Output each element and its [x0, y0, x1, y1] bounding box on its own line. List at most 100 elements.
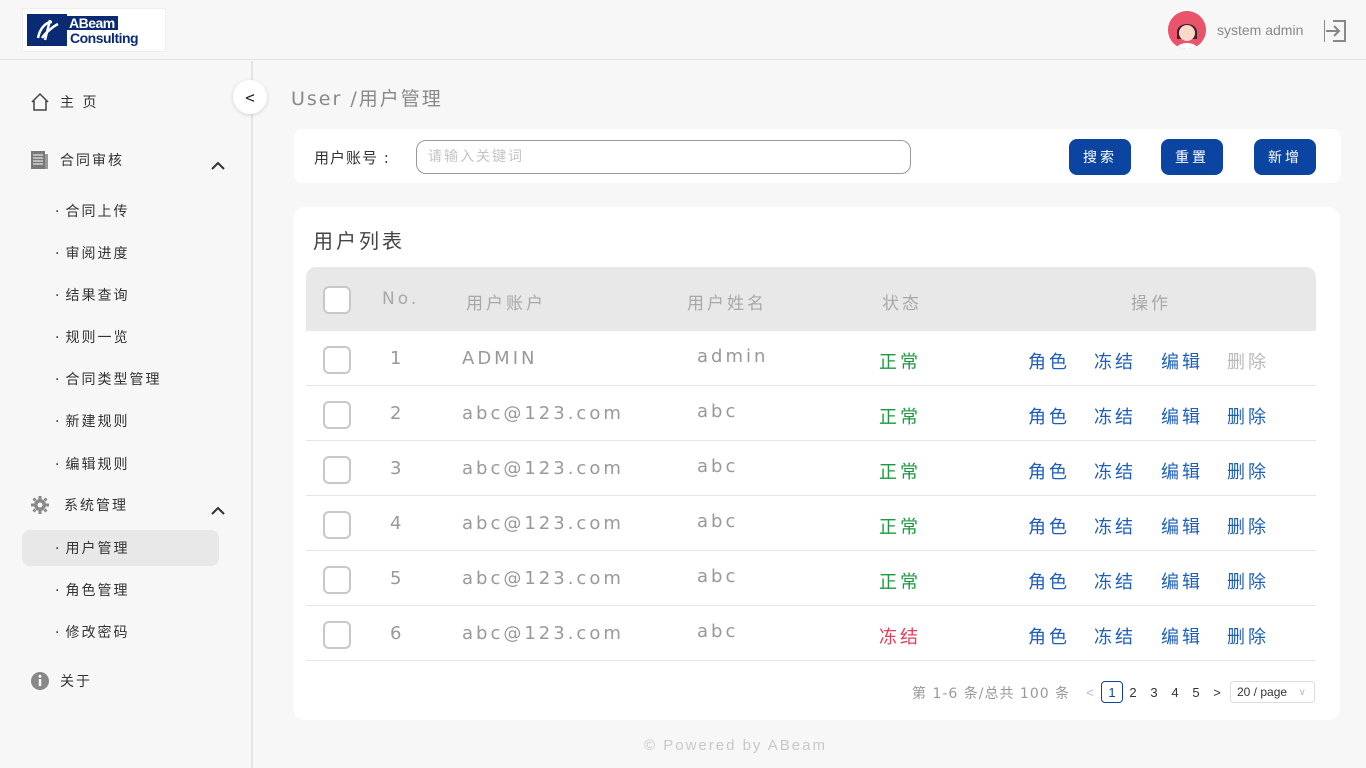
select-all-checkbox[interactable]: [323, 286, 351, 314]
abeam-logo[interactable]: ABeam Consulting: [22, 8, 166, 52]
page-size-select[interactable]: 20 / page ∨: [1230, 681, 1315, 703]
role-action-link[interactable]: 角色: [1028, 513, 1070, 539]
pagination-page-5[interactable]: 5: [1185, 681, 1207, 703]
sidebar-item-label: 主 页: [60, 95, 99, 111]
cell-no: 1: [390, 348, 405, 369]
search-input[interactable]: [416, 140, 911, 174]
role-action-link[interactable]: 角色: [1028, 623, 1070, 649]
pagination-next[interactable]: >: [1206, 681, 1228, 703]
sidebar-item-user-management[interactable]: · 用户管理: [55, 538, 129, 558]
edit-action-link[interactable]: 编辑: [1161, 513, 1203, 539]
cell-name: abc: [697, 456, 739, 477]
delete-action-link: 删除: [1227, 352, 1269, 373]
pagination-page-2[interactable]: 2: [1122, 681, 1144, 703]
sidebar-item-rule-list[interactable]: · 规则一览: [55, 327, 129, 347]
sidebar-item-about[interactable]: 关于: [30, 671, 92, 691]
table-row: 3 abc@123.com abc 正常 角色 冻结 编辑 删除: [306, 441, 1316, 496]
edit-action-link[interactable]: 编辑: [1161, 458, 1203, 484]
pagination-page-3[interactable]: 3: [1143, 681, 1165, 703]
cell-account: abc@123.com: [462, 623, 624, 644]
sidebar-item-review-progress[interactable]: · 审阅进度: [55, 243, 129, 263]
row-checkbox[interactable]: [323, 566, 351, 594]
page-size-value: 20 / page: [1237, 685, 1288, 699]
sidebar-item-home[interactable]: 主 页: [30, 92, 98, 112]
edit-action-link[interactable]: 编辑: [1161, 403, 1203, 429]
sidebar-item-label: 关于: [60, 674, 92, 690]
home-icon: [30, 92, 50, 112]
freeze-action-link[interactable]: 冻结: [1094, 348, 1136, 374]
sidebar: 主 页 合同审核 · 合同上传 · 审阅进度 · 结果查询 · 规则一览 · 合同类型管理…: [0, 61, 253, 768]
sidebar-group-label: 系统管理: [64, 498, 128, 514]
cell-no: 5: [390, 568, 405, 589]
row-checkbox[interactable]: [323, 456, 351, 484]
delete-action-link[interactable]: 删除: [1227, 513, 1269, 539]
freeze-action-link[interactable]: 冻结: [1094, 623, 1136, 649]
freeze-action-link[interactable]: 冻结: [1094, 568, 1136, 594]
cell-no: 3: [390, 458, 405, 479]
delete-action-link[interactable]: 删除: [1227, 623, 1269, 649]
chevron-up-icon[interactable]: [210, 156, 226, 170]
logout-icon[interactable]: [1322, 18, 1348, 44]
username[interactable]: system admin: [1217, 22, 1303, 38]
sidebar-item-result-query[interactable]: · 结果查询: [55, 285, 129, 305]
column-header-status: 状态: [882, 294, 922, 314]
add-button[interactable]: 新增: [1254, 139, 1316, 175]
freeze-action-link[interactable]: 冻结: [1094, 458, 1136, 484]
role-action-link[interactable]: 角色: [1028, 458, 1070, 484]
cell-account: abc@123.com: [462, 568, 624, 589]
edit-action-link[interactable]: 编辑: [1161, 623, 1203, 649]
cell-status: 冻结: [879, 627, 921, 648]
role-action-link[interactable]: 角色: [1028, 568, 1070, 594]
row-checkbox[interactable]: [323, 511, 351, 539]
pagination-page-1[interactable]: 1: [1101, 681, 1123, 703]
search-label: 用户账号 :: [314, 149, 390, 167]
info-icon: [30, 671, 50, 691]
cell-status: 正常: [879, 572, 921, 593]
sidebar-item-change-password[interactable]: · 修改密码: [55, 622, 129, 642]
pagination-page-4[interactable]: 4: [1164, 681, 1186, 703]
cell-account: abc@123.com: [462, 403, 624, 424]
sidebar-item-new-rule[interactable]: · 新建规则: [55, 411, 129, 431]
cell-no: 6: [390, 623, 405, 644]
sidebar-item-edit-rule[interactable]: · 编辑规则: [55, 454, 129, 474]
row-checkbox[interactable]: [323, 346, 351, 374]
sidebar-item-role-management[interactable]: · 角色管理: [55, 580, 129, 600]
delete-action-link[interactable]: 删除: [1227, 403, 1269, 429]
gear-icon: [30, 495, 50, 515]
cell-no: 4: [390, 513, 405, 534]
row-checkbox[interactable]: [323, 621, 351, 649]
edit-action-link[interactable]: 编辑: [1161, 348, 1203, 374]
table-row: 5 abc@123.com abc 正常 角色 冻结 编辑 删除: [306, 551, 1316, 606]
role-action-link[interactable]: 角色: [1028, 348, 1070, 374]
sidebar-item-label: 规则一览: [65, 330, 130, 346]
sidebar-item-label: 合同类型管理: [65, 372, 162, 388]
freeze-action-link[interactable]: 冻结: [1094, 513, 1136, 539]
sidebar-item-contract-upload[interactable]: · 合同上传: [55, 201, 129, 221]
chevron-up-icon[interactable]: [210, 501, 226, 515]
column-header-no: No.: [382, 289, 420, 309]
sidebar-group-contract[interactable]: 合同审核: [30, 150, 124, 170]
edit-action-link[interactable]: 编辑: [1161, 568, 1203, 594]
search-button[interactable]: 搜索: [1069, 139, 1131, 175]
pagination-prev[interactable]: <: [1079, 681, 1101, 703]
cell-name: abc: [697, 401, 739, 422]
sidebar-group-label: 合同审核: [60, 153, 124, 169]
user-table-panel: 用户列表 No. 用户账户 用户姓名 状态 操作 1 ADMIN admin 正常 角色…: [293, 207, 1340, 720]
delete-action-link[interactable]: 删除: [1227, 458, 1269, 484]
table-title: 用户列表: [313, 229, 405, 253]
sidebar-item-label: 新建规则: [65, 414, 130, 430]
row-checkbox[interactable]: [323, 401, 351, 429]
cell-status: 正常: [879, 352, 921, 373]
role-action-link[interactable]: 角色: [1028, 403, 1070, 429]
sidebar-group-system[interactable]: 系统管理: [30, 495, 128, 515]
cell-account: ADMIN: [462, 348, 538, 369]
reset-button[interactable]: 重置: [1161, 139, 1223, 175]
sidebar-collapse-button[interactable]: <: [233, 80, 267, 114]
chevron-down-icon: ∨: [1298, 686, 1306, 698]
sidebar-item-contract-type[interactable]: · 合同类型管理: [55, 369, 161, 389]
avatar[interactable]: [1168, 11, 1206, 49]
cell-status: 正常: [879, 517, 921, 538]
abeam-logo-mark: [27, 14, 67, 46]
freeze-action-link[interactable]: 冻结: [1094, 403, 1136, 429]
delete-action-link[interactable]: 删除: [1227, 568, 1269, 594]
